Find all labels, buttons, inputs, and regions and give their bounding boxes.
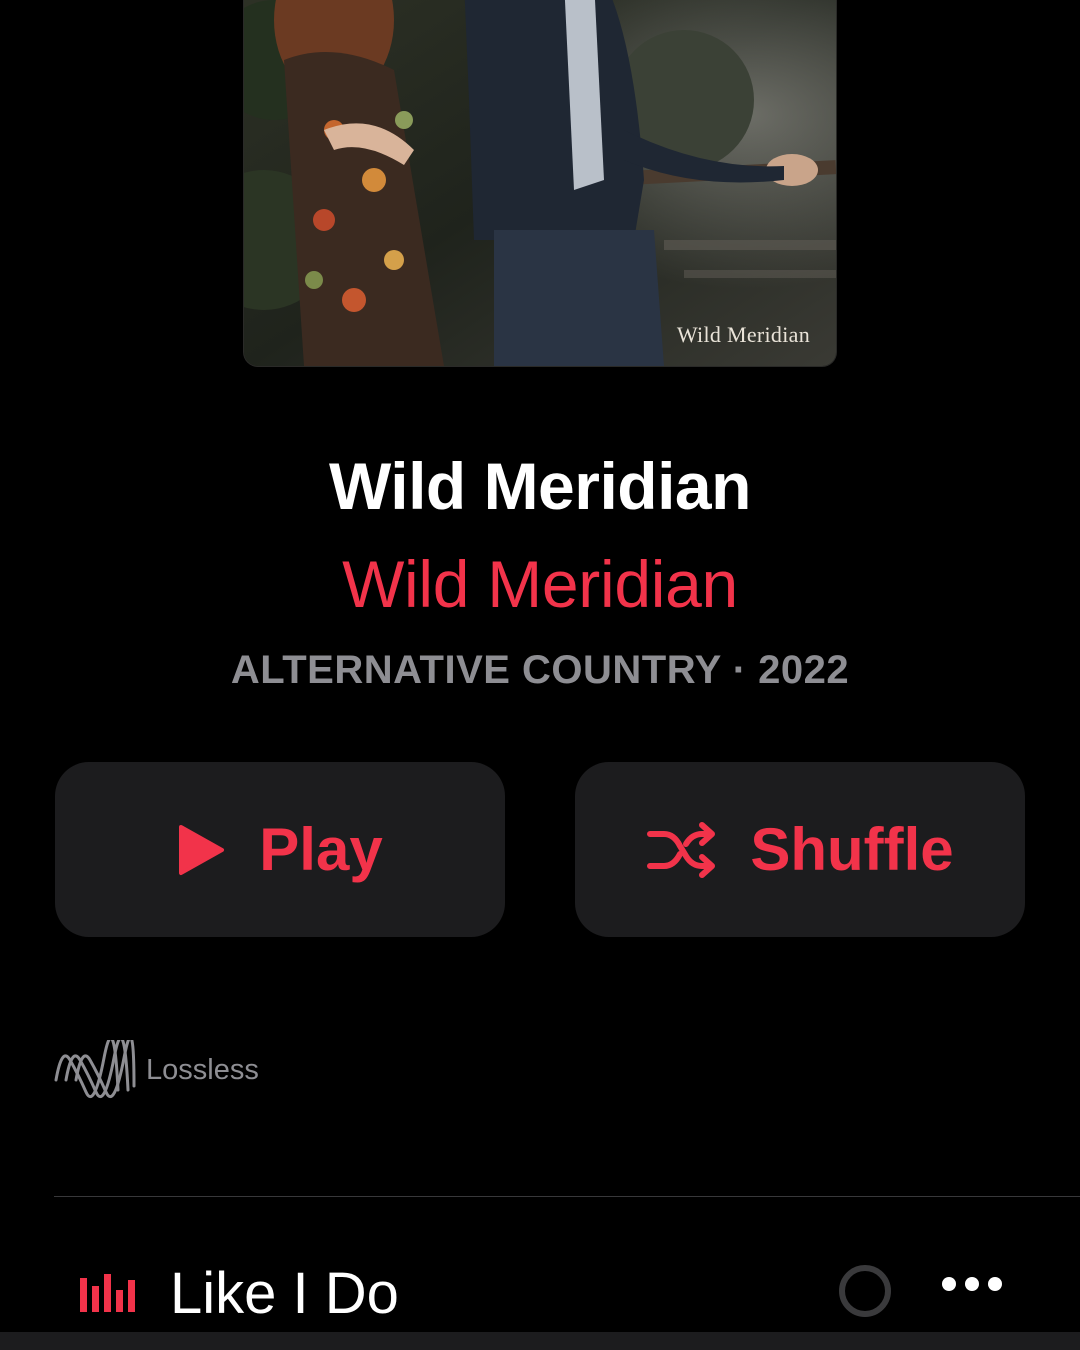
play-button[interactable]: Play (55, 762, 505, 937)
lossless-badge[interactable]: Lossless (52, 1040, 259, 1100)
bottom-bar-edge (0, 1332, 1080, 1350)
more-ellipsis-icon[interactable] (940, 1274, 1004, 1299)
album-artwork[interactable]: Wild Meridian (244, 0, 836, 366)
track-title: Like I Do (170, 1261, 399, 1326)
play-icon (177, 824, 225, 876)
lossless-wave-icon (52, 1040, 138, 1100)
download-progress-icon[interactable] (838, 1264, 892, 1323)
album-artist-link[interactable]: Wild Meridian (0, 546, 1080, 622)
album-artwork-photo (244, 0, 836, 366)
track-row[interactable]: Like I Do (0, 1240, 1080, 1340)
shuffle-label: Shuffle (750, 816, 954, 883)
artwork-caption: Wild Meridian (676, 322, 810, 347)
play-label: Play (259, 816, 383, 883)
lossless-label: Lossless (146, 1053, 259, 1086)
shuffle-button[interactable]: Shuffle (575, 762, 1025, 937)
list-divider (54, 1196, 1080, 1197)
now-playing-bars-icon (80, 1270, 136, 1317)
shuffle-icon (646, 821, 718, 878)
album-genre-year: ALTERNATIVE COUNTRY · 2022 (230, 648, 850, 692)
album-title: Wild Meridian (329, 449, 751, 523)
